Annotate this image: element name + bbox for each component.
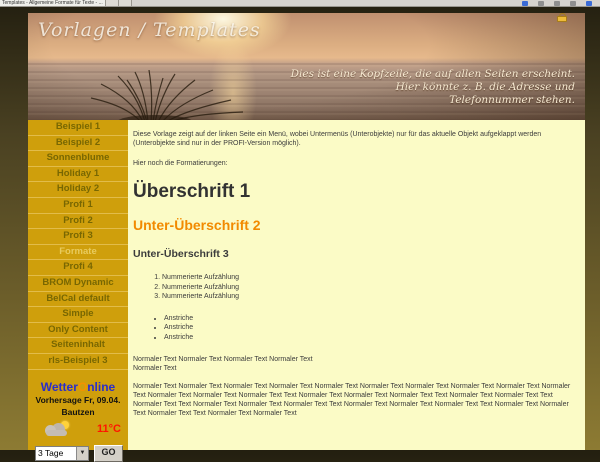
header-banner: Vorlagen / Templates Dies ist eine Kopfz…	[28, 13, 585, 120]
partly-cloudy-icon	[42, 421, 72, 437]
home-icon[interactable]	[522, 1, 528, 6]
page-icon[interactable]	[570, 1, 576, 6]
logo-text-nline: nline	[87, 380, 115, 394]
forecast-range-select[interactable]: 3 Tage ▼	[35, 446, 89, 461]
wetteronline-logo[interactable]: WetterOnline	[28, 381, 128, 393]
normal-text-paragraph-2: Normaler Text Normaler Text Normaler Tex…	[133, 382, 577, 418]
intro-paragraph: Diese Vorlage zeigt auf der linken Seite…	[133, 130, 577, 148]
bullet-list: Anstriche Anstriche Anstriche	[133, 314, 577, 343]
lock-icon	[557, 13, 567, 22]
sidebar-item-holiday-1[interactable]: Holiday 1	[28, 167, 128, 183]
numbered-list-item: Nummerierte Aufzählung	[162, 283, 577, 293]
sidebar-item-profi-3[interactable]: Profi 3	[28, 229, 128, 245]
sidebar-item-only-content[interactable]: Only Content	[28, 323, 128, 339]
heading-3: Unter-Überschrift 3	[133, 248, 577, 261]
sidebar-item-profi-4[interactable]: Profi 4	[28, 260, 128, 276]
sidebar-item-profi-2[interactable]: Profi 2	[28, 214, 128, 230]
normal-text-paragraph-1: Normaler Text Normaler Text Normaler Tex…	[133, 355, 577, 373]
forecast-date: Vorhersage Fr, 09.04.	[28, 395, 128, 405]
tagline-line-3: Telefonnummer stehen.	[291, 94, 575, 107]
bullet-list-item: Anstriche	[164, 323, 577, 333]
sidebar-item-seiteninhalt[interactable]: Seiteninhalt	[28, 338, 128, 354]
browser-tab-title: Templates - Allgemeine Formate für Texte…	[2, 0, 103, 6]
logo-text-o: O	[78, 380, 87, 394]
help-icon[interactable]	[586, 1, 592, 6]
sidebar-item-holiday-2[interactable]: Holiday 2	[28, 182, 128, 198]
bullet-list-item: Anstriche	[164, 314, 577, 324]
numbered-list-item: Nummerierte Aufzählung	[162, 273, 577, 283]
bullet-list-item: Anstriche	[164, 333, 577, 343]
sidebar-item-rls-beispiel-3[interactable]: rls-Beispiel 3	[28, 354, 128, 370]
beach-grass-silhouette	[83, 70, 253, 120]
formats-intro-text: Hier noch die Formatierungen:	[133, 159, 577, 168]
sidebar-item-profi-1[interactable]: Profi 1	[28, 198, 128, 214]
sidebar-item-beispiel-2[interactable]: Beispiel 2	[28, 136, 128, 152]
chevron-down-icon[interactable]: ▼	[76, 447, 88, 460]
heading-1: Überschrift 1	[133, 181, 577, 203]
temperature-value: 11°C	[97, 423, 121, 435]
weather-widget: WetterOnline Vorhersage Fr, 09.04. Bautz…	[28, 381, 128, 462]
tagline-line-2: Hier könnte z. B. die Adresse und	[291, 81, 575, 94]
browser-new-tab[interactable]	[119, 0, 132, 6]
numbered-list-item: Nummerierte Aufzählung	[162, 292, 577, 302]
heading-2: Unter-Überschrift 2	[133, 217, 577, 233]
feeds-icon[interactable]	[538, 1, 544, 6]
browser-titlebar: Templates - Allgemeine Formate für Texte…	[0, 0, 600, 7]
header-tagline: Dies ist eine Kopfzeile, die auf allen S…	[291, 68, 575, 107]
logo-text-wetter: Wetter	[41, 380, 78, 394]
sidebar-item-belcal-default[interactable]: BelCal default	[28, 292, 128, 308]
forecast-range-value: 3 Tage	[36, 447, 76, 460]
tagline-line-1: Dies ist eine Kopfzeile, die auf allen S…	[291, 68, 575, 81]
browser-tab-stub[interactable]	[106, 0, 119, 6]
browser-toolbar-icons	[522, 1, 600, 6]
site-title: Vorlagen / Templates	[38, 19, 261, 41]
main-content: Diese Vorlage zeigt auf der linken Seite…	[128, 120, 585, 450]
go-button[interactable]: GO	[94, 445, 123, 462]
sidebar-item-simple[interactable]: Simple	[28, 307, 128, 323]
browser-tab[interactable]: Templates - Allgemeine Formate für Texte…	[0, 0, 106, 6]
sidebar-item-brom-dynamic[interactable]: BROM Dynamic	[28, 276, 128, 292]
forecast-city: Bautzen	[28, 407, 128, 417]
numbered-list: Nummerierte Aufzählung Nummerierte Aufzä…	[133, 273, 577, 302]
sidebar-item-sonnenblume[interactable]: Sonnenblume	[28, 151, 128, 167]
sidebar-item-beispiel-1[interactable]: Beispiel 1	[28, 120, 128, 136]
print-icon[interactable]	[554, 1, 560, 6]
sidebar-item-formate[interactable]: Formate	[28, 245, 128, 261]
sidebar-menu: Beispiel 1 Beispiel 2 Sonnenblume Holida…	[28, 120, 128, 450]
